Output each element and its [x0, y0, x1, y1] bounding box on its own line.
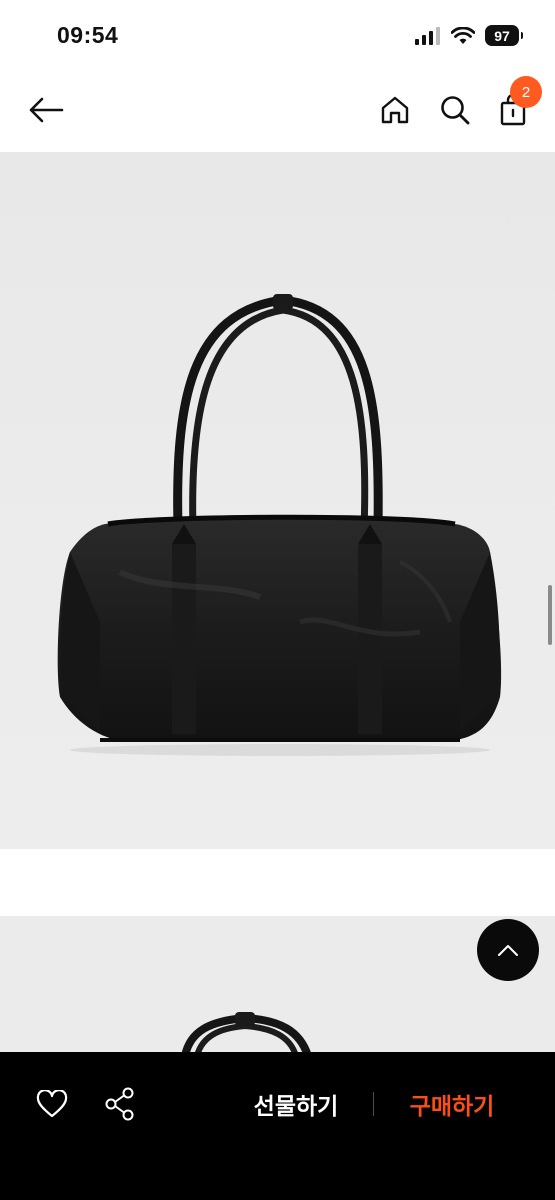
- battery-level: 97: [494, 27, 510, 44]
- share-button[interactable]: [100, 1084, 140, 1124]
- heart-icon: [36, 1090, 68, 1118]
- product-image[interactable]: [0, 916, 555, 1056]
- status-bar: 09:54 97: [0, 0, 555, 72]
- scroll-indicator[interactable]: [548, 585, 552, 645]
- status-time: 09:54: [57, 22, 119, 48]
- signal-icon: [415, 26, 440, 45]
- home-button[interactable]: [374, 90, 416, 130]
- bottom-action-bar: 선물하기 구매하기: [0, 1052, 555, 1200]
- home-icon: [381, 96, 409, 124]
- share-icon: [105, 1087, 134, 1121]
- cart-count-badge: 2: [510, 76, 542, 108]
- scroll-to-top-button[interactable]: [477, 919, 539, 981]
- like-button[interactable]: [32, 1086, 72, 1122]
- buy-button[interactable]: 구매하기: [396, 1084, 508, 1124]
- bag-photo: [181, 1012, 312, 1056]
- search-button[interactable]: [434, 90, 476, 130]
- chevron-up-icon: [498, 945, 518, 956]
- divider: [373, 1092, 374, 1116]
- bag-photo: [57, 294, 502, 756]
- product-image[interactable]: [0, 152, 555, 849]
- back-arrow-icon: [29, 97, 64, 123]
- back-button[interactable]: [24, 92, 68, 128]
- status-icons: 97: [415, 25, 523, 46]
- gift-button[interactable]: 선물하기: [240, 1084, 352, 1124]
- search-icon: [441, 96, 470, 125]
- wifi-icon: [451, 26, 475, 44]
- top-navigation: [0, 72, 555, 150]
- battery-icon: 97: [485, 25, 523, 46]
